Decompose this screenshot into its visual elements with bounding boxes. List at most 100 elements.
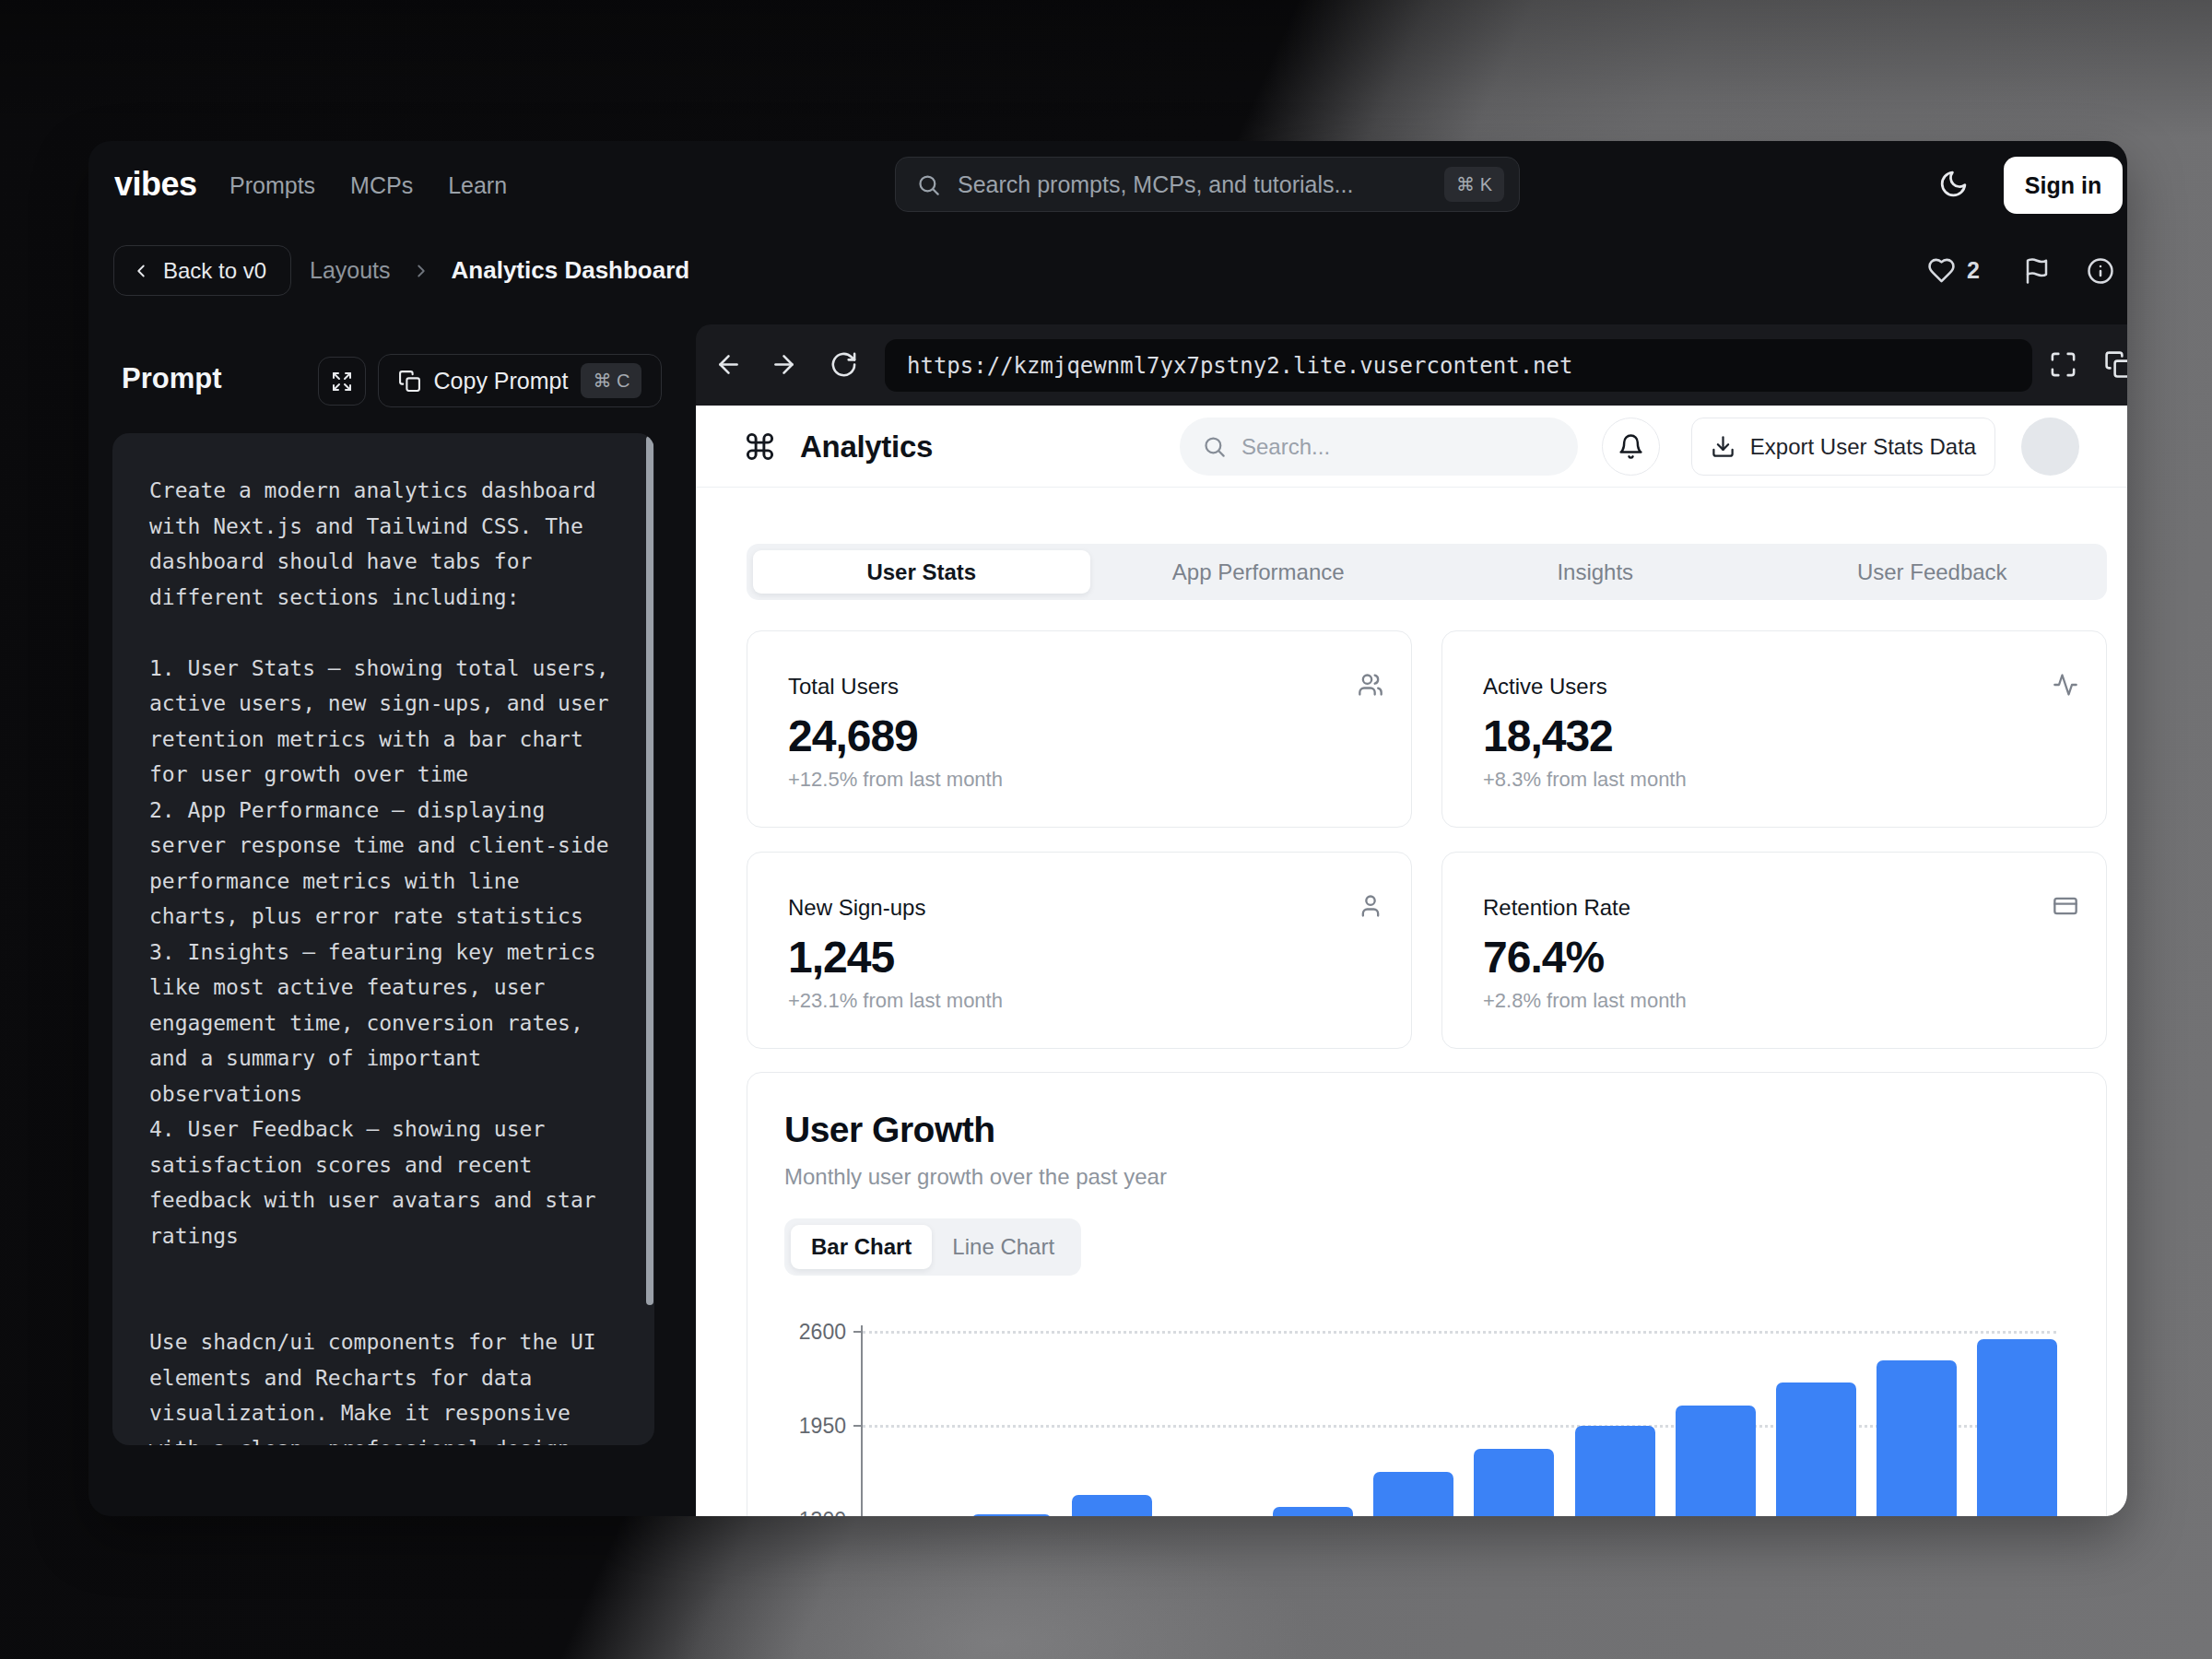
expand-prompt-button[interactable] bbox=[318, 357, 366, 406]
activity-icon bbox=[2053, 672, 2078, 698]
tab-user-feedback[interactable]: User Feedback bbox=[1764, 550, 2101, 594]
stat-card-total-users: Total Users 24,689 +12.5% from last month bbox=[747, 630, 1412, 828]
toggle-line-chart[interactable]: Line Chart bbox=[932, 1225, 1075, 1269]
stat-value: 24,689 bbox=[788, 714, 1374, 759]
tab-app-performance[interactable]: App Performance bbox=[1090, 550, 1428, 594]
prompt-text-container: Create a modern analytics dashboard with… bbox=[112, 433, 654, 1445]
search-icon bbox=[916, 172, 941, 197]
bar-dec bbox=[1977, 1339, 2057, 1516]
stat-label: New Sign-ups bbox=[788, 895, 1374, 921]
browser-back-icon[interactable] bbox=[714, 350, 743, 379]
nav-links: Prompts MCPs Learn bbox=[229, 141, 507, 229]
sign-in-button[interactable]: Sign in bbox=[2004, 157, 2123, 214]
browser-forward-icon[interactable] bbox=[770, 350, 798, 379]
heart-icon bbox=[1927, 256, 1956, 285]
toggle-bar-chart[interactable]: Bar Chart bbox=[791, 1225, 932, 1269]
dashboard-search-input[interactable]: Search... bbox=[1180, 418, 1578, 476]
gridline bbox=[863, 1331, 2056, 1334]
browser-url-bar[interactable]: https://kzmjqewnml7yx7pstny2.lite.vuserc… bbox=[885, 339, 2032, 392]
bar-aug bbox=[1575, 1426, 1655, 1516]
chart-title: User Growth bbox=[784, 1108, 2069, 1152]
chevron-right-icon bbox=[411, 261, 431, 281]
users-icon bbox=[1358, 672, 1383, 698]
bar-jul bbox=[1474, 1449, 1554, 1516]
breadcrumb-page: Analytics Dashboard bbox=[452, 256, 690, 285]
y-axis-label: 2600 bbox=[799, 1320, 846, 1345]
y-axis-label: 1300 bbox=[799, 1508, 846, 1517]
stat-label: Retention Rate bbox=[1483, 895, 2069, 921]
credit-card-icon bbox=[2053, 893, 2078, 919]
bar-sep bbox=[1676, 1406, 1756, 1516]
copy-prompt-button[interactable]: Copy Prompt ⌘ C bbox=[378, 354, 662, 407]
avatar[interactable] bbox=[2021, 418, 2079, 476]
prompt-text[interactable]: Create a modern analytics dashboard with… bbox=[149, 473, 633, 1445]
nav-link-prompts[interactable]: Prompts bbox=[229, 172, 315, 199]
like-button[interactable]: 2 bbox=[1927, 245, 1980, 296]
like-count: 2 bbox=[1967, 257, 1980, 284]
bar-oct bbox=[1776, 1382, 1856, 1516]
y-axis-label: 1950 bbox=[799, 1414, 846, 1439]
stat-change: +23.1% from last month bbox=[788, 989, 1374, 1013]
bar-jun bbox=[1373, 1472, 1453, 1516]
chart-type-toggle: Bar ChartLine Chart bbox=[784, 1218, 1081, 1276]
search-icon bbox=[1202, 434, 1227, 459]
nav-link-learn[interactable]: Learn bbox=[448, 172, 507, 199]
user-growth-card: User Growth Monthly user growth over the… bbox=[747, 1072, 2107, 1516]
vibes-logo[interactable]: vibes bbox=[114, 165, 197, 204]
stat-value: 18,432 bbox=[1483, 714, 2069, 759]
breadcrumb: Layouts Analytics Dashboard bbox=[310, 245, 689, 296]
dashboard-tabs: User StatsApp PerformanceInsightsUser Fe… bbox=[747, 544, 2107, 600]
stat-change: +2.8% from last month bbox=[1483, 989, 2069, 1013]
tab-user-stats[interactable]: User Stats bbox=[753, 550, 1090, 594]
info-icon[interactable] bbox=[2087, 257, 2114, 285]
dashboard-title: Analytics bbox=[800, 429, 933, 465]
preview-content: Analytics Search... Export User Stats Da… bbox=[696, 406, 2127, 1516]
prompt-panel-title: Prompt bbox=[122, 362, 222, 395]
stat-card-new-sign-ups: New Sign-ups 1,245 +23.1% from last month bbox=[747, 852, 1412, 1049]
download-icon bbox=[1711, 434, 1735, 459]
theme-toggle-moon-icon[interactable] bbox=[1938, 169, 1969, 199]
y-axis-tick bbox=[853, 1425, 861, 1427]
user-icon bbox=[1358, 893, 1383, 919]
stat-card-active-users: Active Users18,432+8.3% from last month bbox=[1441, 630, 2107, 828]
notifications-button[interactable] bbox=[1602, 418, 1660, 476]
y-axis bbox=[861, 1325, 863, 1516]
back-to-v0-label: Back to v0 bbox=[163, 258, 266, 284]
tab-insights[interactable]: Insights bbox=[1427, 550, 1764, 594]
nav-link-mcps[interactable]: MCPs bbox=[350, 172, 413, 199]
breadcrumb-section[interactable]: Layouts bbox=[310, 257, 391, 284]
dashboard-header: Analytics Search... Export User Stats Da… bbox=[696, 406, 2127, 488]
duplicate-icon[interactable] bbox=[2104, 350, 2127, 379]
stat-value: 1,245 bbox=[788, 935, 1374, 980]
copy-prompt-label: Copy Prompt bbox=[434, 368, 569, 394]
browser-url: https://kzmjqewnml7yx7pstny2.lite.vuserc… bbox=[907, 353, 1572, 379]
command-logo-icon bbox=[744, 430, 776, 463]
stat-cards: Total Users 24,689 +12.5% from last month A… bbox=[747, 630, 2107, 1049]
bell-icon bbox=[1618, 433, 1644, 460]
bar-mar bbox=[1072, 1495, 1152, 1516]
bar-chart: 260019501300 bbox=[861, 1320, 2056, 1516]
app-window: vibes Prompts MCPs Learn Search prompts, M… bbox=[88, 141, 2127, 1516]
fullscreen-icon[interactable] bbox=[2049, 350, 2077, 379]
global-search-input[interactable]: Search prompts, MCPs, and tutorials... ⌘… bbox=[895, 157, 1520, 212]
dashboard-search-placeholder: Search... bbox=[1241, 434, 1330, 460]
chart-subtitle: Monthly user growth over the past year bbox=[784, 1165, 2069, 1189]
browser-refresh-icon[interactable] bbox=[830, 350, 858, 379]
global-search-placeholder: Search prompts, MCPs, and tutorials... bbox=[958, 171, 1444, 198]
browser-chrome: https://kzmjqewnml7yx7pstny2.lite.vuserc… bbox=[696, 324, 2127, 406]
flag-icon[interactable] bbox=[2023, 257, 2051, 285]
search-shortcut-badge: ⌘ K bbox=[1444, 167, 1504, 202]
y-axis-tick bbox=[853, 1331, 861, 1333]
export-user-stats-button[interactable]: Export User Stats Data bbox=[1691, 418, 1995, 476]
preview-browser-panel: https://kzmjqewnml7yx7pstny2.lite.vuserc… bbox=[696, 324, 2127, 1516]
prompt-scrollbar[interactable] bbox=[646, 436, 653, 1305]
desktop: { "nav": { "logo": "vibes", "links": ["P… bbox=[0, 0, 2212, 1659]
back-to-v0-button[interactable]: Back to v0 bbox=[113, 245, 291, 296]
dashboard-body: User StatsApp PerformanceInsightsUser Fe… bbox=[747, 544, 2107, 1516]
bar-nov bbox=[1877, 1360, 1957, 1516]
stat-change: +12.5% from last month bbox=[788, 768, 1374, 792]
stat-label: Active Users bbox=[1483, 674, 2069, 700]
bar-may bbox=[1273, 1507, 1353, 1516]
stat-label: Total Users bbox=[788, 674, 1374, 700]
bar-feb bbox=[971, 1514, 1052, 1516]
